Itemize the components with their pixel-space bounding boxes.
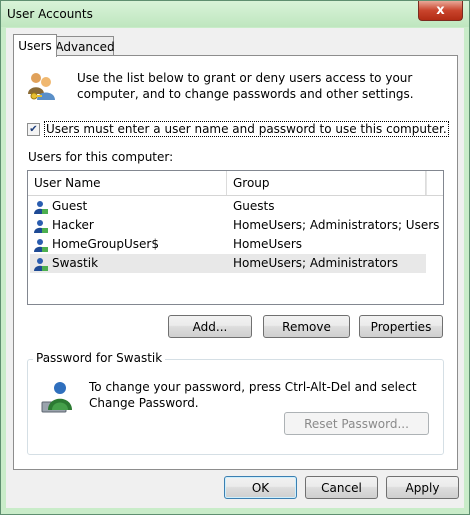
table-row[interactable]: Hacker HomeUsers; Administrators; Users — [30, 216, 439, 235]
list-header: User Name Group — [28, 171, 443, 196]
user-group-cell: HomeUsers — [233, 237, 303, 251]
user-keyboard-icon — [40, 380, 76, 419]
apply-button-label: Apply — [405, 480, 440, 495]
apply-button[interactable]: Apply — [386, 476, 459, 499]
users-list[interactable]: User Name Group Guest Guests Hacker Home… — [27, 170, 444, 305]
user-name-cell: Guest — [52, 199, 88, 213]
intro-text: Use the list below to grant or deny user… — [77, 71, 414, 101]
require-login-checkbox[interactable]: ✔ — [27, 122, 40, 136]
table-row[interactable]: Guest Guests — [30, 197, 426, 216]
check-icon: ✔ — [29, 123, 38, 135]
header-filler — [426, 171, 443, 195]
remove-user-button[interactable]: Remove — [263, 315, 350, 338]
window-title: User Accounts — [7, 7, 93, 21]
password-group-title: Password for Swastik — [33, 351, 166, 365]
ok-button-label: OK — [251, 480, 270, 495]
user-group-cell: HomeUsers; Administrators; Users — [233, 218, 440, 232]
properties-button[interactable]: Properties — [359, 315, 443, 338]
column-header-user-name[interactable]: User Name — [28, 171, 226, 195]
column-group-label: Group — [233, 176, 270, 190]
remove-user-button-label: Remove — [282, 319, 331, 334]
add-user-button-label: Add... — [192, 319, 228, 334]
column-user-name-label: User Name — [34, 176, 101, 190]
user-name-cell: Hacker — [52, 218, 94, 232]
column-header-group[interactable]: Group — [227, 171, 425, 195]
user-icon — [33, 256, 49, 278]
user-group-cell: HomeUsers; Administrators — [233, 256, 398, 270]
users-icon — [26, 70, 58, 105]
user-group-cell: Guests — [233, 199, 275, 213]
require-login-label[interactable]: Users must enter a user name and passwor… — [44, 121, 449, 137]
tab-advanced[interactable]: Advanced — [55, 36, 115, 56]
add-user-button[interactable]: Add... — [168, 315, 252, 338]
reset-password-button-label: Reset Password... — [304, 416, 409, 431]
tab-users[interactable]: Users — [13, 34, 57, 57]
require-login-checkbox-row[interactable]: ✔ Users must enter a user name and passw… — [27, 121, 449, 137]
ok-button[interactable]: OK — [224, 476, 297, 499]
close-icon: x — [436, 3, 445, 18]
cancel-button-label: Cancel — [321, 480, 362, 495]
users-for-computer-label: Users for this computer: — [28, 150, 174, 164]
user-name-cell: Swastik — [52, 256, 99, 270]
tab-advanced-label: Advanced — [55, 39, 115, 54]
reset-password-button[interactable]: Reset Password... — [284, 412, 429, 435]
close-button[interactable]: x — [418, 1, 463, 21]
cancel-button[interactable]: Cancel — [305, 476, 378, 499]
password-instructions: To change your password, press Ctrl-Alt-… — [89, 380, 417, 410]
title-bar[interactable]: User Accounts x — [1, 1, 469, 27]
table-row-selected[interactable]: Swastik HomeUsers; Administrators — [30, 254, 426, 273]
properties-button-label: Properties — [370, 319, 432, 334]
table-row[interactable]: HomeGroupUser$ HomeUsers — [30, 235, 426, 254]
tab-users-label: Users — [18, 39, 52, 53]
user-name-cell: HomeGroupUser$ — [52, 237, 159, 251]
